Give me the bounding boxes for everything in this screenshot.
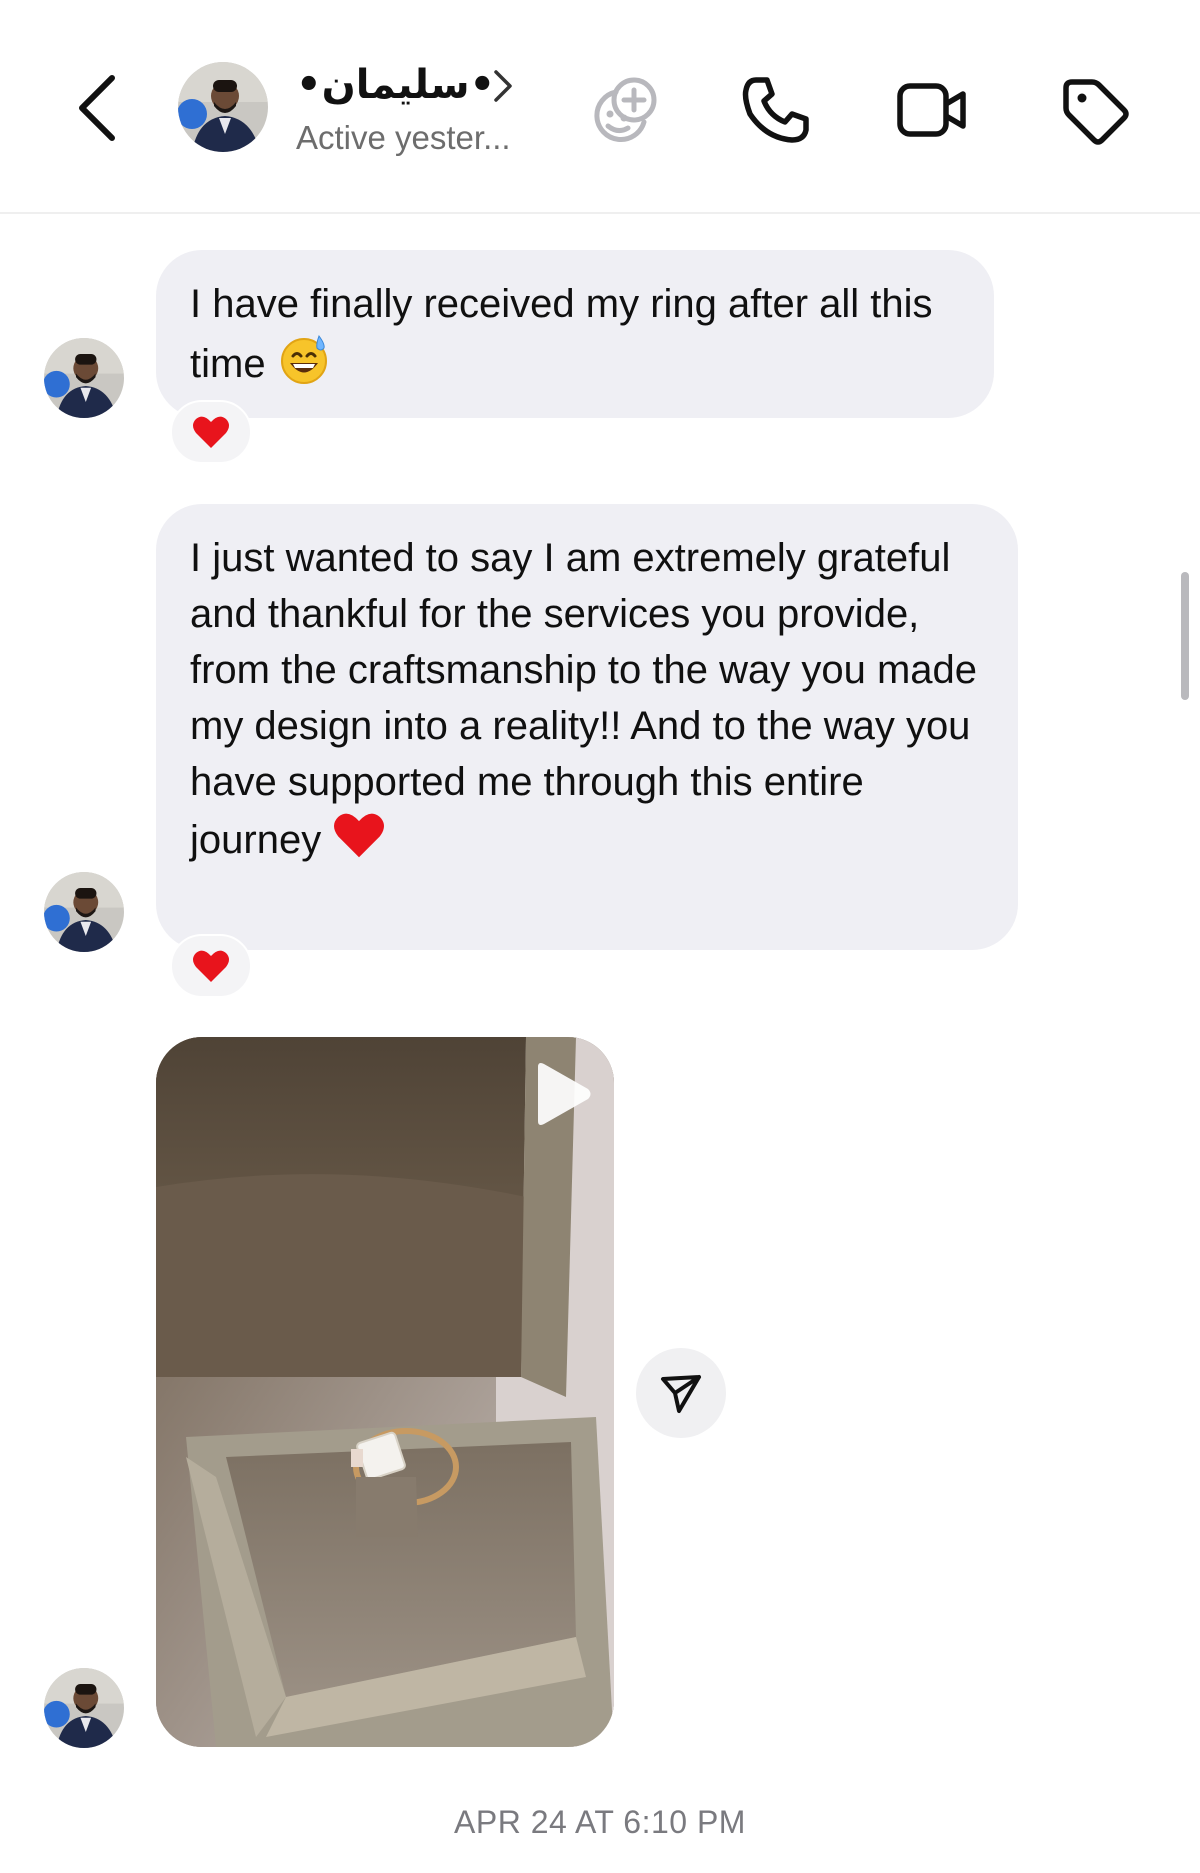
reaction-heart[interactable]	[170, 400, 252, 464]
message-timestamp: APR 24 AT 6:10 PM	[454, 1804, 746, 1840]
message-bubble[interactable]: I just wanted to say I am extremely grat…	[156, 504, 1018, 950]
back-button[interactable]	[68, 70, 128, 146]
share-icon	[661, 1375, 701, 1413]
video-call-button[interactable]	[895, 74, 969, 146]
tag-button[interactable]	[1058, 74, 1132, 148]
share-button[interactable]	[636, 1348, 726, 1438]
reaction-heart[interactable]	[170, 934, 252, 998]
sticker-add-icon	[594, 77, 657, 142]
message-text: I just wanted to say I am extremely grat…	[190, 536, 978, 863]
chevron-right-icon	[494, 70, 512, 102]
sender-avatar[interactable]	[44, 338, 124, 418]
phone-icon	[742, 77, 809, 143]
video-message[interactable]	[156, 1037, 614, 1747]
video-camera-icon	[897, 83, 966, 137]
sender-avatar[interactable]	[44, 872, 124, 952]
red-heart-emoji	[332, 810, 386, 875]
scrollbar[interactable]	[1181, 572, 1189, 700]
profile-chevron[interactable]	[488, 66, 518, 106]
contact-avatar[interactable]	[178, 62, 268, 152]
sticker-button[interactable]	[590, 74, 660, 144]
play-icon[interactable]	[528, 1059, 594, 1129]
tag-icon	[1063, 79, 1129, 145]
chat-screen: •سليمان• Active yester... I have finally…	[0, 0, 1200, 1873]
back-chevron-icon	[79, 75, 115, 141]
red-heart-icon	[193, 416, 229, 448]
message-bubble[interactable]: I have finally received my ring after al…	[156, 250, 994, 418]
contact-name[interactable]: •سليمان•	[296, 60, 495, 110]
ring-box-thumbnail	[156, 1037, 614, 1747]
sender-avatar[interactable]	[44, 1668, 124, 1748]
presence-status: Active yester...	[296, 119, 511, 156]
chat-header: •سليمان• Active yester...	[0, 0, 1200, 214]
grinning-sweat-emoji	[277, 332, 331, 401]
red-heart-icon	[193, 950, 229, 982]
voice-call-button[interactable]	[740, 74, 812, 146]
